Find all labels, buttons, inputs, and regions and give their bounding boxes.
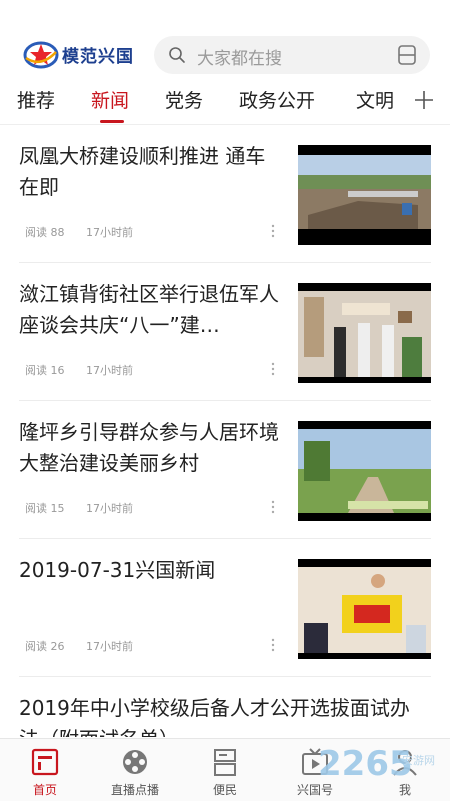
list-item[interactable]: 2019-07-31兴国新闻 阅读 26 17小时前: [0, 539, 450, 677]
nav-service[interactable]: 便民: [180, 739, 270, 801]
category-tabs: 推荐 新闻 党务 政务公开 文明: [0, 80, 450, 125]
tab-party-affairs[interactable]: 党务: [165, 86, 203, 113]
publish-time: 17小时前: [86, 640, 133, 653]
scan-icon[interactable]: [396, 44, 418, 66]
article-title[interactable]: 2019-07-31兴国新闻: [19, 555, 281, 586]
list-item[interactable]: 隆坪乡引导群众参与人居环境大整治建设美丽乡村 阅读 15 17小时前: [0, 401, 450, 539]
article-thumbnail[interactable]: [298, 559, 431, 659]
article-title[interactable]: 2019年中小学校级后备人才公开选拔面试办法（附面试名单）: [19, 693, 429, 737]
publish-time: 17小时前: [86, 502, 133, 515]
publish-time: 17小时前: [86, 226, 133, 239]
add-tab-icon[interactable]: [414, 90, 434, 110]
active-tab-indicator: [100, 120, 124, 123]
tab-government-affairs[interactable]: 政务公开: [239, 86, 315, 113]
read-label: 阅读: [25, 364, 47, 377]
more-options-icon[interactable]: [271, 361, 275, 377]
film-reel-icon: [123, 750, 147, 774]
search-placeholder: 大家都在搜: [197, 49, 282, 69]
logo-text: 模范兴国: [62, 47, 134, 67]
list-item[interactable]: 2019年中小学校级后备人才公开选拔面试办法（附面试名单）: [0, 677, 450, 737]
article-meta: 阅读 26 17小时前: [25, 638, 133, 654]
read-count: 26: [50, 640, 65, 653]
news-list: 凤凰大桥建设顺利推进 通车在即 阅读 88 17小时前 潋江镇背街社区举行退伍军…: [0, 125, 450, 737]
service-icon: [214, 749, 236, 776]
publish-time: 17小时前: [86, 364, 133, 377]
tab-civilization[interactable]: 文明: [356, 86, 394, 113]
nav-live[interactable]: 直播点播: [90, 739, 180, 801]
article-meta: 阅读 15 17小时前: [25, 500, 133, 516]
read-count: 15: [50, 502, 65, 515]
nav-label: 便民: [212, 783, 237, 797]
more-options-icon[interactable]: [271, 499, 275, 515]
article-title[interactable]: 凤凰大桥建设顺利推进 通车在即: [19, 141, 281, 203]
read-label: 阅读: [25, 226, 47, 239]
app-logo-icon[interactable]: [22, 38, 60, 70]
list-item[interactable]: 潋江镇背街社区举行退伍军人座谈会共庆“八一”建… 阅读 16 17小时前: [0, 263, 450, 401]
article-title[interactable]: 隆坪乡引导群众参与人居环境大整治建设美丽乡村: [19, 417, 281, 479]
search-bar[interactable]: 大家都在搜: [154, 36, 430, 74]
nav-label: 直播点播: [110, 783, 159, 797]
read-label: 阅读: [25, 640, 47, 653]
read-count: 88: [50, 226, 65, 239]
tab-recommend[interactable]: 推荐: [17, 86, 55, 113]
more-options-icon[interactable]: [271, 637, 275, 653]
nav-home[interactable]: 首页: [0, 739, 90, 801]
read-label: 阅读: [25, 502, 47, 515]
home-icon: [31, 748, 59, 776]
nav-label: 首页: [32, 783, 57, 797]
app-header: 模范兴国 大家都在搜: [0, 0, 450, 80]
article-thumbnail[interactable]: [298, 421, 431, 521]
article-meta: 阅读 88 17小时前: [25, 224, 133, 240]
article-thumbnail[interactable]: [298, 283, 431, 383]
watermark-logo: 2265: [318, 744, 413, 784]
article-thumbnail[interactable]: [298, 145, 431, 245]
tab-news[interactable]: 新闻: [91, 86, 129, 113]
read-count: 16: [50, 364, 65, 377]
more-options-icon[interactable]: [271, 223, 275, 239]
list-item[interactable]: 凤凰大桥建设顺利推进 通车在即 阅读 88 17小时前: [0, 125, 450, 263]
article-title[interactable]: 潋江镇背街社区举行退伍军人座谈会共庆“八一”建…: [19, 279, 281, 341]
search-icon: [169, 47, 185, 63]
watermark-subtext: 安游网: [402, 754, 435, 767]
article-meta: 阅读 16 17小时前: [25, 362, 133, 378]
